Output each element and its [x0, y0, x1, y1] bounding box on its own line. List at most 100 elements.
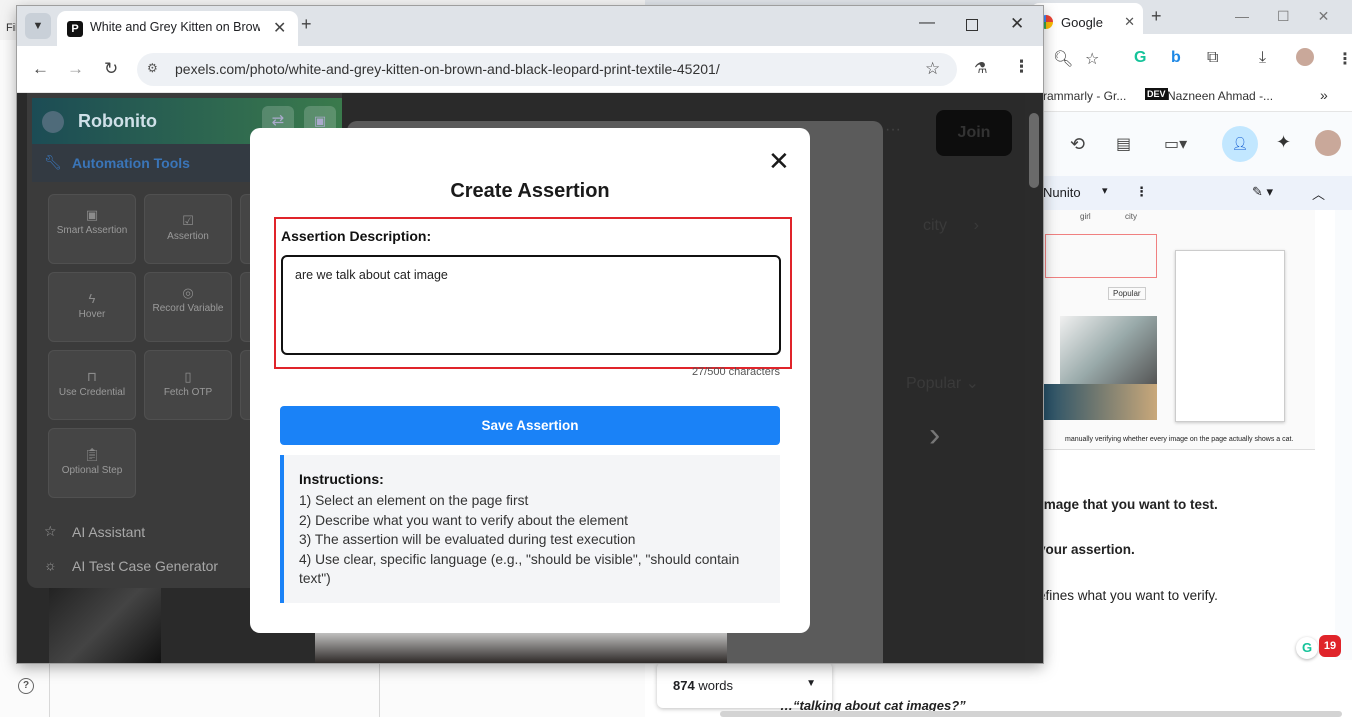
- instruction-item: 2) Describe what you want to verify abou…: [299, 512, 628, 528]
- share-icon[interactable]: 👤︎: [1222, 126, 1258, 162]
- back-icon[interactable]: ←: [32, 59, 49, 79]
- avatar[interactable]: [1315, 130, 1341, 156]
- background-tab[interactable]: Google ✕: [1031, 3, 1143, 34]
- font-name-select[interactable]: Nunito: [1043, 185, 1081, 200]
- background-divider: [379, 662, 380, 717]
- assertion-description-input[interactable]: are we talk about cat image: [281, 255, 781, 355]
- chevron-down-icon[interactable]: ▼: [806, 678, 816, 692]
- docs-page[interactable]: girl city Popular manually verifying whe…: [1038, 210, 1341, 717]
- scrollbar-thumb[interactable]: [1029, 113, 1039, 188]
- save-assertion-button[interactable]: Save Assertion: [280, 406, 780, 445]
- close-window-icon[interactable]: ✕: [1010, 14, 1024, 34]
- chevron-double-right-icon[interactable]: »: [1320, 87, 1328, 103]
- bolt-icon: ϟ: [88, 291, 96, 306]
- section-label: Automation Tools: [72, 155, 190, 171]
- photo-thumbnail[interactable]: [49, 586, 161, 663]
- thumbnail-highlight: [1045, 234, 1157, 278]
- chevron-right-icon[interactable]: ›: [929, 416, 940, 455]
- vertical-scrollbar[interactable]: [1025, 93, 1043, 663]
- instructions-panel: Instructions: 1) Select an element on th…: [280, 455, 780, 603]
- avatar[interactable]: [1296, 48, 1314, 66]
- instruction-item: 3) The assertion will be evaluated durin…: [299, 532, 636, 547]
- horizontal-scrollbar[interactable]: [720, 711, 1342, 717]
- cat-thumbnail: [1040, 384, 1157, 420]
- thumbnail-tag: city: [1125, 212, 1137, 221]
- doc-text-line: your assertion.: [1038, 542, 1135, 557]
- sort-select[interactable]: Popular ⌄: [906, 373, 979, 393]
- puzzle-icon[interactable]: ⧉: [1207, 49, 1218, 67]
- address-bar[interactable]: ⚙︎ pexels.com/photo/white-and-grey-kitte…: [137, 53, 957, 86]
- minimize-icon[interactable]: —: [1235, 8, 1249, 25]
- bookmark-item[interactable]: rammarly - Gr...: [1043, 89, 1126, 103]
- labs-flask-icon[interactable]: ⚗︎: [974, 59, 987, 77]
- background-tab-title: Google: [1061, 14, 1103, 30]
- robonito-title: Robonito: [78, 111, 157, 131]
- new-tab-icon[interactable]: +: [1151, 6, 1162, 27]
- chevron-down-icon[interactable]: ▾: [1102, 184, 1108, 197]
- doc-text-line: efines what you want to verify.: [1038, 588, 1218, 603]
- thumbnail-popular: Popular: [1108, 287, 1146, 300]
- tool-smart-assertion[interactable]: ▣ Smart Assertion: [48, 194, 136, 264]
- bookmark-item[interactable]: DEV: [1145, 88, 1168, 100]
- related-tag[interactable]: city ›: [923, 217, 979, 235]
- background-file-menu[interactable]: Fil: [6, 22, 18, 34]
- help-icon[interactable]: ?: [18, 678, 34, 694]
- chevron-up-icon[interactable]: ︿: [1312, 184, 1325, 203]
- download-icon[interactable]: ⤓: [1259, 49, 1266, 67]
- phone-icon: ▯: [184, 369, 192, 384]
- menu-icon[interactable]: ⋮: [1337, 49, 1352, 69]
- tool-optional-step[interactable]: 📋︎ Optional Step: [48, 428, 136, 498]
- lock-icon: ⊓: [86, 369, 98, 384]
- bookmark-star-icon[interactable]: ☆: [925, 59, 940, 79]
- more-icon[interactable]: ⋮: [1135, 184, 1148, 200]
- video-call-icon[interactable]: ▭▾: [1164, 134, 1187, 154]
- grammarly-icon[interactable]: G: [1134, 49, 1146, 67]
- close-icon[interactable]: ✕: [1124, 14, 1135, 30]
- menu-icon[interactable]: ⋮: [1013, 57, 1030, 77]
- notification-badge[interactable]: 19: [1319, 635, 1341, 657]
- robonito-logo-icon: [42, 111, 64, 133]
- minimize-icon[interactable]: —: [919, 14, 935, 32]
- tab-search-button[interactable]: ▼: [25, 13, 51, 39]
- pencil-icon[interactable]: ✎ ▾: [1252, 184, 1273, 200]
- maximize-icon[interactable]: ☐: [1277, 8, 1290, 25]
- history-icon[interactable]: ⟲: [1070, 134, 1085, 155]
- wrench-icon: 🔧︎: [44, 154, 62, 170]
- background-divider: [49, 662, 50, 717]
- tool-assertion[interactable]: ☑ Assertion: [144, 194, 232, 264]
- star-outline-icon: ☆: [44, 523, 57, 539]
- thumbnail-caption: manually verifying whether every image o…: [1065, 436, 1294, 443]
- doc-text-line: image that you want to test.: [1040, 497, 1218, 512]
- maximize-icon[interactable]: [966, 19, 978, 31]
- embedded-screenshot: girl city Popular manually verifying whe…: [1040, 210, 1315, 450]
- close-icon[interactable]: ✕: [1318, 8, 1330, 25]
- tool-hover[interactable]: ϟ Hover: [48, 272, 136, 342]
- thumbnail-tag: girl: [1080, 212, 1091, 221]
- create-assertion-modal: ✕ Create Assertion Assertion Description…: [250, 128, 810, 633]
- close-tab-icon[interactable]: ✕: [273, 18, 286, 38]
- smart-assertion-icon: ▣: [85, 207, 99, 222]
- star-icon[interactable]: ☆: [1085, 49, 1099, 69]
- url-text[interactable]: pexels.com/photo/white-and-grey-kitten-o…: [175, 61, 720, 77]
- reload-icon[interactable]: ↻: [104, 59, 118, 79]
- active-tab[interactable]: P White and Grey Kitten on Brown and Bla…: [57, 11, 298, 46]
- more-icon[interactable]: ···: [885, 121, 901, 139]
- comment-icon[interactable]: ▤: [1116, 134, 1131, 154]
- zoom-icon[interactable]: 🔍︎: [1053, 49, 1073, 69]
- clipboard-icon: 📋︎: [83, 447, 101, 462]
- extension-icon[interactable]: b: [1171, 49, 1181, 67]
- bookmark-item[interactable]: Nazneen Ahmad -...: [1167, 89, 1273, 103]
- instruction-item: 4) Use clear, specific language (e.g., "…: [299, 551, 740, 587]
- grammarly-widget-icon[interactable]: G: [1296, 637, 1318, 659]
- gemini-icon[interactable]: ✦: [1276, 132, 1291, 153]
- forward-icon[interactable]: →: [67, 59, 84, 79]
- new-tab-icon[interactable]: +: [301, 14, 312, 35]
- join-button[interactable]: Join: [936, 110, 1012, 156]
- close-icon[interactable]: ✕: [768, 148, 790, 174]
- assertion-description-group: Assertion Description: are we talk about…: [274, 217, 792, 369]
- tool-fetch-otp[interactable]: ▯ Fetch OTP: [144, 350, 232, 420]
- tool-use-credential[interactable]: ⊓ Use Credential: [48, 350, 136, 420]
- tool-record-variable[interactable]: ◎ Record Variable: [144, 272, 232, 342]
- sun-icon: ☼: [44, 557, 57, 573]
- site-info-icon[interactable]: ⚙︎: [147, 61, 163, 77]
